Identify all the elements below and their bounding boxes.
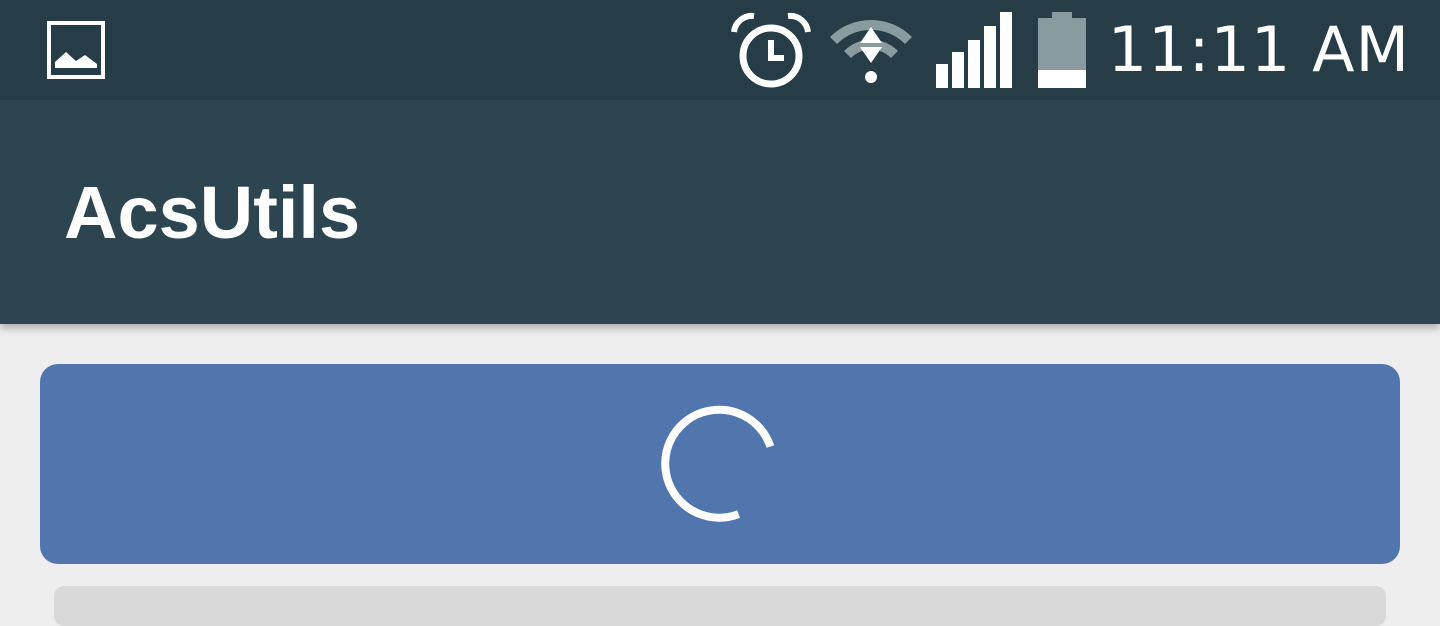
image-notification-icon <box>47 21 105 79</box>
list-item[interactable] <box>54 586 1386 626</box>
spinner-icon <box>661 405 775 522</box>
app-title: AcsUtils <box>64 171 361 254</box>
battery-icon <box>1037 12 1086 88</box>
loading-card[interactable] <box>40 364 1400 564</box>
status-time: 11:11 AM <box>1107 13 1410 86</box>
cell-signal-icon <box>935 12 1012 88</box>
status-icons: 11:11 AM <box>728 0 1410 100</box>
wifi-icon <box>829 20 912 83</box>
content-area <box>0 324 1440 626</box>
app-bar: AcsUtils <box>0 100 1440 324</box>
alarm-icon <box>730 12 811 88</box>
status-bar: 11:11 AM <box>0 0 1440 100</box>
